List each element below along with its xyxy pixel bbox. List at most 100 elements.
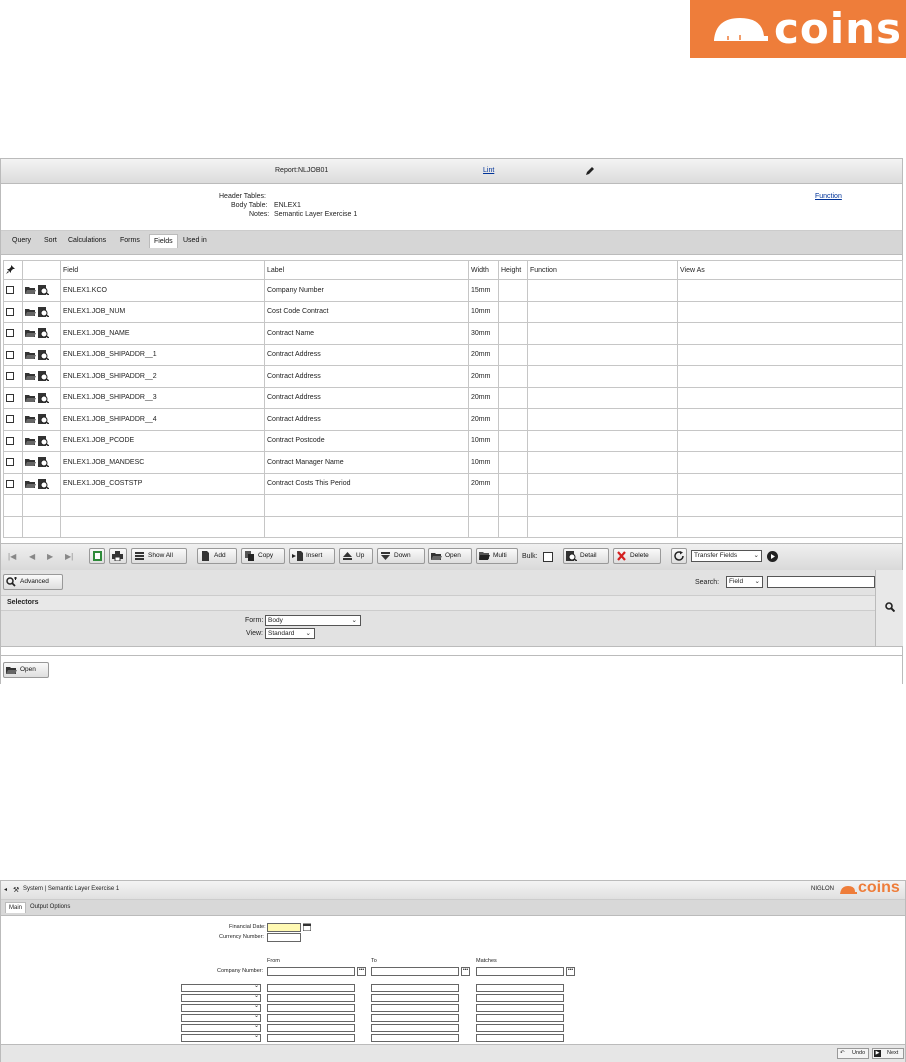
view-as-cell[interactable] [677,279,903,302]
field-cell[interactable]: ENLEX1.JOB_PCODE [60,429,265,452]
print-button[interactable] [109,548,127,564]
label-cell[interactable]: Contract Postcode [264,429,469,452]
folder-open-icon[interactable] [25,436,36,446]
last-page-icon[interactable]: ▶| [65,552,73,561]
label-cell[interactable]: Contract Name [264,322,469,345]
filter-from-input[interactable] [267,1014,355,1022]
folder-open-icon[interactable] [25,371,36,381]
height-cell[interactable] [498,451,528,474]
field-cell[interactable]: ENLEX1.JOB_COSTSTP [60,472,265,495]
filter-matches-input[interactable] [476,1024,564,1032]
function-cell[interactable] [527,279,678,302]
first-page-icon[interactable]: |◀ [8,552,16,561]
label-cell[interactable]: Contract Address [264,365,469,388]
magnifier-doc-icon[interactable] [37,306,50,318]
company-from-lookup-icon[interactable]: ••• [357,967,366,976]
show-all-button[interactable]: Show All [131,548,187,564]
tab-fields[interactable]: Fields [149,234,178,248]
filter-matches-input[interactable] [476,1004,564,1012]
height-cell[interactable] [498,322,528,345]
column-header-label[interactable]: Label [264,260,469,280]
tab-query[interactable]: Query [12,237,31,244]
folder-open-icon[interactable] [25,393,36,403]
magnifier-doc-icon[interactable] [37,328,50,339]
undo-button[interactable]: ↶ Undo [837,1048,869,1059]
export-button[interactable] [89,548,105,564]
function-link[interactable]: Function [815,193,842,200]
filter-matches-input[interactable] [476,984,564,992]
tab-forms[interactable]: Forms [120,237,140,244]
label-cell[interactable]: Contract Address [264,408,469,431]
tab-used-in[interactable]: Used in [183,237,207,244]
view-as-cell[interactable] [677,322,903,345]
folder-open-icon[interactable] [25,479,36,489]
table-row[interactable]: ENLEX1.JOB_SHIPADDR__4 Contract Address 20… [3,408,903,431]
view-as-cell[interactable] [677,386,903,409]
folder-open-icon[interactable] [25,285,36,295]
row-checkbox[interactable] [6,415,14,424]
magnifier-doc-icon[interactable] [37,392,50,404]
filter-matches-input[interactable] [476,1014,564,1022]
filter-field-select[interactable]: ⌄ [181,1013,261,1022]
label-cell[interactable]: Contract Manager Name [264,451,469,474]
filter-from-input[interactable] [267,1034,355,1042]
width-cell[interactable]: 20mm [468,343,499,366]
back-arrow-icon[interactable]: ◂ [4,886,7,893]
magnifier-doc-icon[interactable] [37,371,50,382]
next-page-icon[interactable]: ▶ [47,552,53,561]
pin-column-header[interactable] [3,260,23,280]
multi-button[interactable]: Multi [476,548,518,564]
label-cell[interactable]: Contract Address [264,343,469,366]
folder-open-icon[interactable] [25,328,36,338]
company-to-lookup-icon[interactable]: ••• [461,967,470,976]
tab-output-options[interactable]: Output Options [30,904,70,910]
row-checkbox[interactable] [6,350,14,359]
field-cell[interactable]: ENLEX1.JOB_SHIPADDR__2 [60,365,265,388]
width-cell[interactable]: 20mm [468,408,499,431]
field-cell[interactable]: ENLEX1.JOB_SHIPADDR__1 [60,343,265,366]
height-cell[interactable] [498,408,528,431]
height-cell[interactable] [498,279,528,302]
function-cell[interactable] [527,386,678,409]
currency-number-input[interactable] [267,933,301,942]
column-header-function[interactable]: Function [527,260,678,280]
magnifier-doc-icon[interactable] [37,478,50,490]
company-number-to-input[interactable] [371,967,459,976]
height-cell[interactable] [498,386,528,409]
row-checkbox[interactable] [6,393,14,402]
field-cell[interactable]: ENLEX1.JOB_SHIPADDR__4 [60,408,265,431]
table-row[interactable]: ENLEX1.JOB_PCODE Contract Postcode 10mm [3,429,903,452]
filter-field-select[interactable]: ⌄ [181,1023,261,1032]
view-as-cell[interactable] [677,451,903,474]
table-row[interactable]: ENLEX1.JOB_NUM Cost Code Contract 10mm [3,300,903,323]
magnifier-doc-icon[interactable] [37,414,50,425]
tab-sort[interactable]: Sort [44,237,57,244]
tab-calculations[interactable]: Calculations [68,237,106,244]
view-as-cell[interactable] [677,429,903,452]
filter-field-select[interactable]: ⌄ [181,993,261,1002]
column-header-field[interactable]: Field [60,260,265,280]
filter-to-input[interactable] [371,984,459,992]
delete-button[interactable]: Delete [613,548,661,564]
form-select[interactable]: Body ⌄ [265,615,361,626]
row-checkbox[interactable] [6,329,14,338]
filter-field-select[interactable]: ⌄ [181,983,261,992]
table-row[interactable]: ENLEX1.JOB_MANDESC Contract Manager Name 1… [3,451,903,474]
go-arrow-icon[interactable] [767,551,778,562]
up-button[interactable]: Up [339,548,373,564]
function-cell[interactable] [527,451,678,474]
function-cell[interactable] [527,322,678,345]
copy-button[interactable]: Copy [241,548,285,564]
table-row[interactable]: ENLEX1.JOB_NAME Contract Name 30mm [3,322,903,345]
detail-button[interactable]: Detail [563,548,609,564]
filter-to-input[interactable] [371,1024,459,1032]
width-cell[interactable]: 15mm [468,279,499,302]
table-row[interactable]: ENLEX1.JOB_COSTSTP Contract Costs This Pe… [3,472,903,495]
table-row[interactable]: ENLEX1.JOB_SHIPADDR__1 Contract Address 20… [3,343,903,366]
folder-open-icon[interactable] [25,307,36,317]
column-header-height[interactable]: Height [498,260,528,280]
filter-to-input[interactable] [371,1004,459,1012]
row-checkbox[interactable] [6,307,14,316]
filter-from-input[interactable] [267,1004,355,1012]
company-matches-lookup-icon[interactable]: ••• [566,967,575,976]
